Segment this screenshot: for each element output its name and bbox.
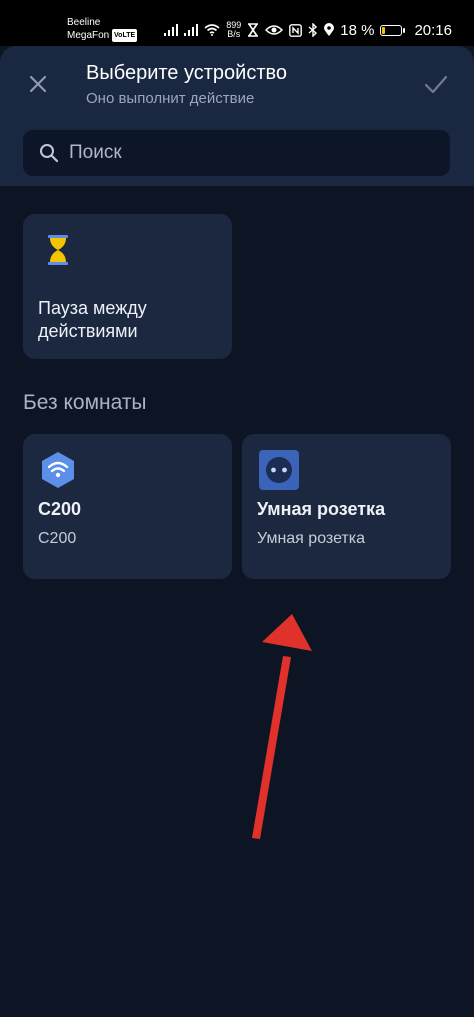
device-name: Умная розетка [257,499,386,519]
clock: 20:16 [414,21,452,39]
device-picker-sheet: Выберите устройство Оно выполнит действи… [0,46,474,1017]
search-input[interactable] [69,130,429,176]
device-model: Умная розетка [257,530,366,547]
camera-wifi-icon [42,452,74,488]
carrier-1: Beeline [67,17,101,28]
action-name: Пауза между действиями [38,298,147,341]
confirm-button[interactable] [422,70,450,98]
battery-icon [380,24,406,36]
wifi-icon [204,24,220,36]
volte-badge: VoLTE [112,29,138,42]
net-speed: 899 B/s [226,21,241,39]
eye-icon [265,25,284,35]
device-name: C200 [38,499,82,519]
search-icon [40,144,59,163]
hourglass-icon [48,235,68,265]
page-title: Выберите устройство [86,62,288,84]
status-bar: Beeline MegaFon VoLTE 899 B/s 18 % 20:16 [0,0,474,46]
search-box[interactable] [23,130,450,176]
device-card-smart-socket[interactable]: Умная розетка Умная розетка [242,434,451,579]
header: Выберите устройство Оно выполнит действи… [0,46,474,186]
device-model: C200 [38,530,77,547]
section-title-no-room: Без комнаты [23,391,147,414]
check-icon [424,75,448,94]
close-icon [29,75,47,93]
smart-socket-icon [259,450,299,490]
action-card-pause[interactable]: Пауза между действиями [23,214,232,359]
signal-icon [184,24,199,36]
hourglass-status-icon [248,23,259,37]
battery-percent: 18 % [340,21,375,39]
carrier-info: Beeline MegaFon VoLTE [67,16,138,42]
nfc-icon [289,23,303,37]
bluetooth-icon [308,23,318,37]
signal-icon [164,24,179,36]
carrier-2: MegaFon [67,30,110,41]
status-icons: 899 B/s 18 % 20:16 [164,16,452,44]
close-button[interactable] [24,70,52,98]
device-card-c200[interactable]: C200 C200 [23,434,232,579]
location-icon [324,23,335,36]
net-speed-unit: B/s [227,29,241,39]
page-subtitle: Оно выполнит действие [86,90,255,107]
